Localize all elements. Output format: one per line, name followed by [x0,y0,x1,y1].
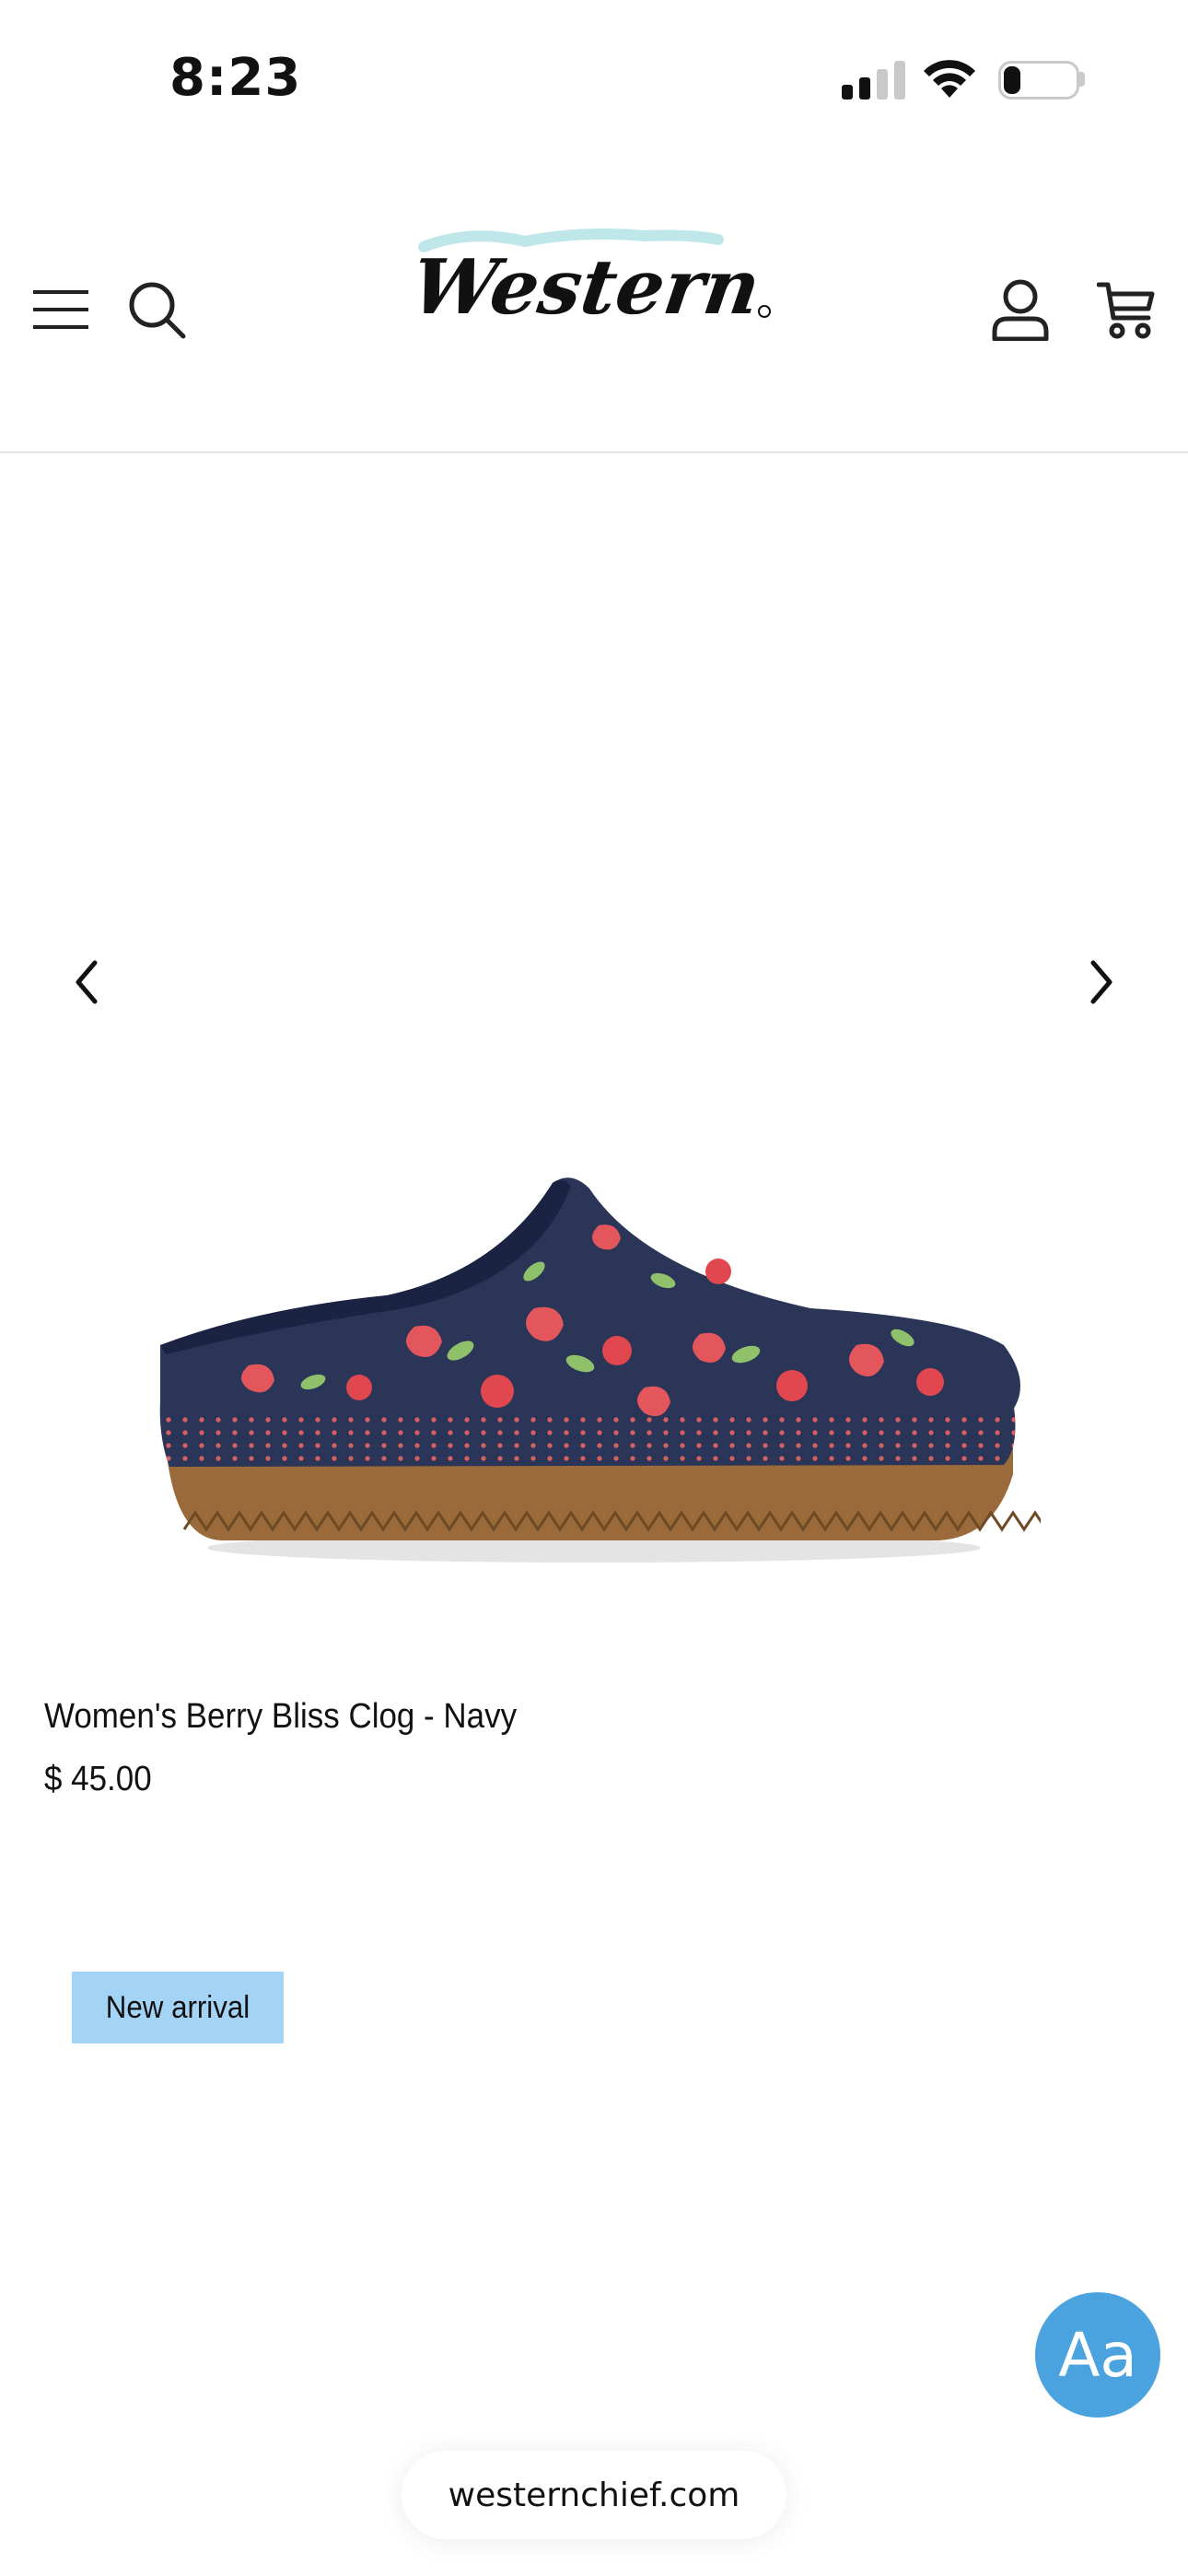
battery-indicator: 21 [998,61,1079,100]
search-icon [129,282,186,339]
user-icon [992,279,1049,341]
product-image[interactable] [147,1170,1092,1575]
logo-word-1: Western Chief [414,243,774,332]
wifi-icon [924,60,975,98]
badge-label: New arrival [105,1989,250,2025]
hamburger-menu-icon [33,290,88,329]
new-arrival-badge: New arrival [72,1972,284,2043]
clog-illustration [159,1177,1092,1563]
browser-url-bar[interactable]: westernchief.com [402,2451,786,2539]
carousel-next-button[interactable] [1065,945,1138,1019]
western-chief-logo: Western Chief [406,228,1028,332]
product-title[interactable]: Women's Berry Bliss Clog - Navy [44,1697,517,1737]
product-price: $ 45.00 [44,1760,152,1798]
status-time: 8:23 [169,48,302,108]
cart-button[interactable] [1089,273,1164,346]
carousel-prev-button[interactable] [50,945,123,1019]
chevron-right-icon [1090,960,1112,1004]
brand-logo[interactable]: Western Chief [406,221,1028,396]
battery-tip [1079,72,1085,87]
header-divider [0,451,1188,453]
chevron-left-icon [76,960,98,1004]
cart-icon [1097,282,1155,339]
battery-level: 21 [1018,63,1060,98]
account-button[interactable] [984,273,1057,346]
accessibility-button[interactable]: Aa [1035,2292,1160,2418]
menu-button[interactable] [28,276,94,343]
cellular-signal-icon [842,61,905,100]
search-button[interactable] [120,273,193,346]
